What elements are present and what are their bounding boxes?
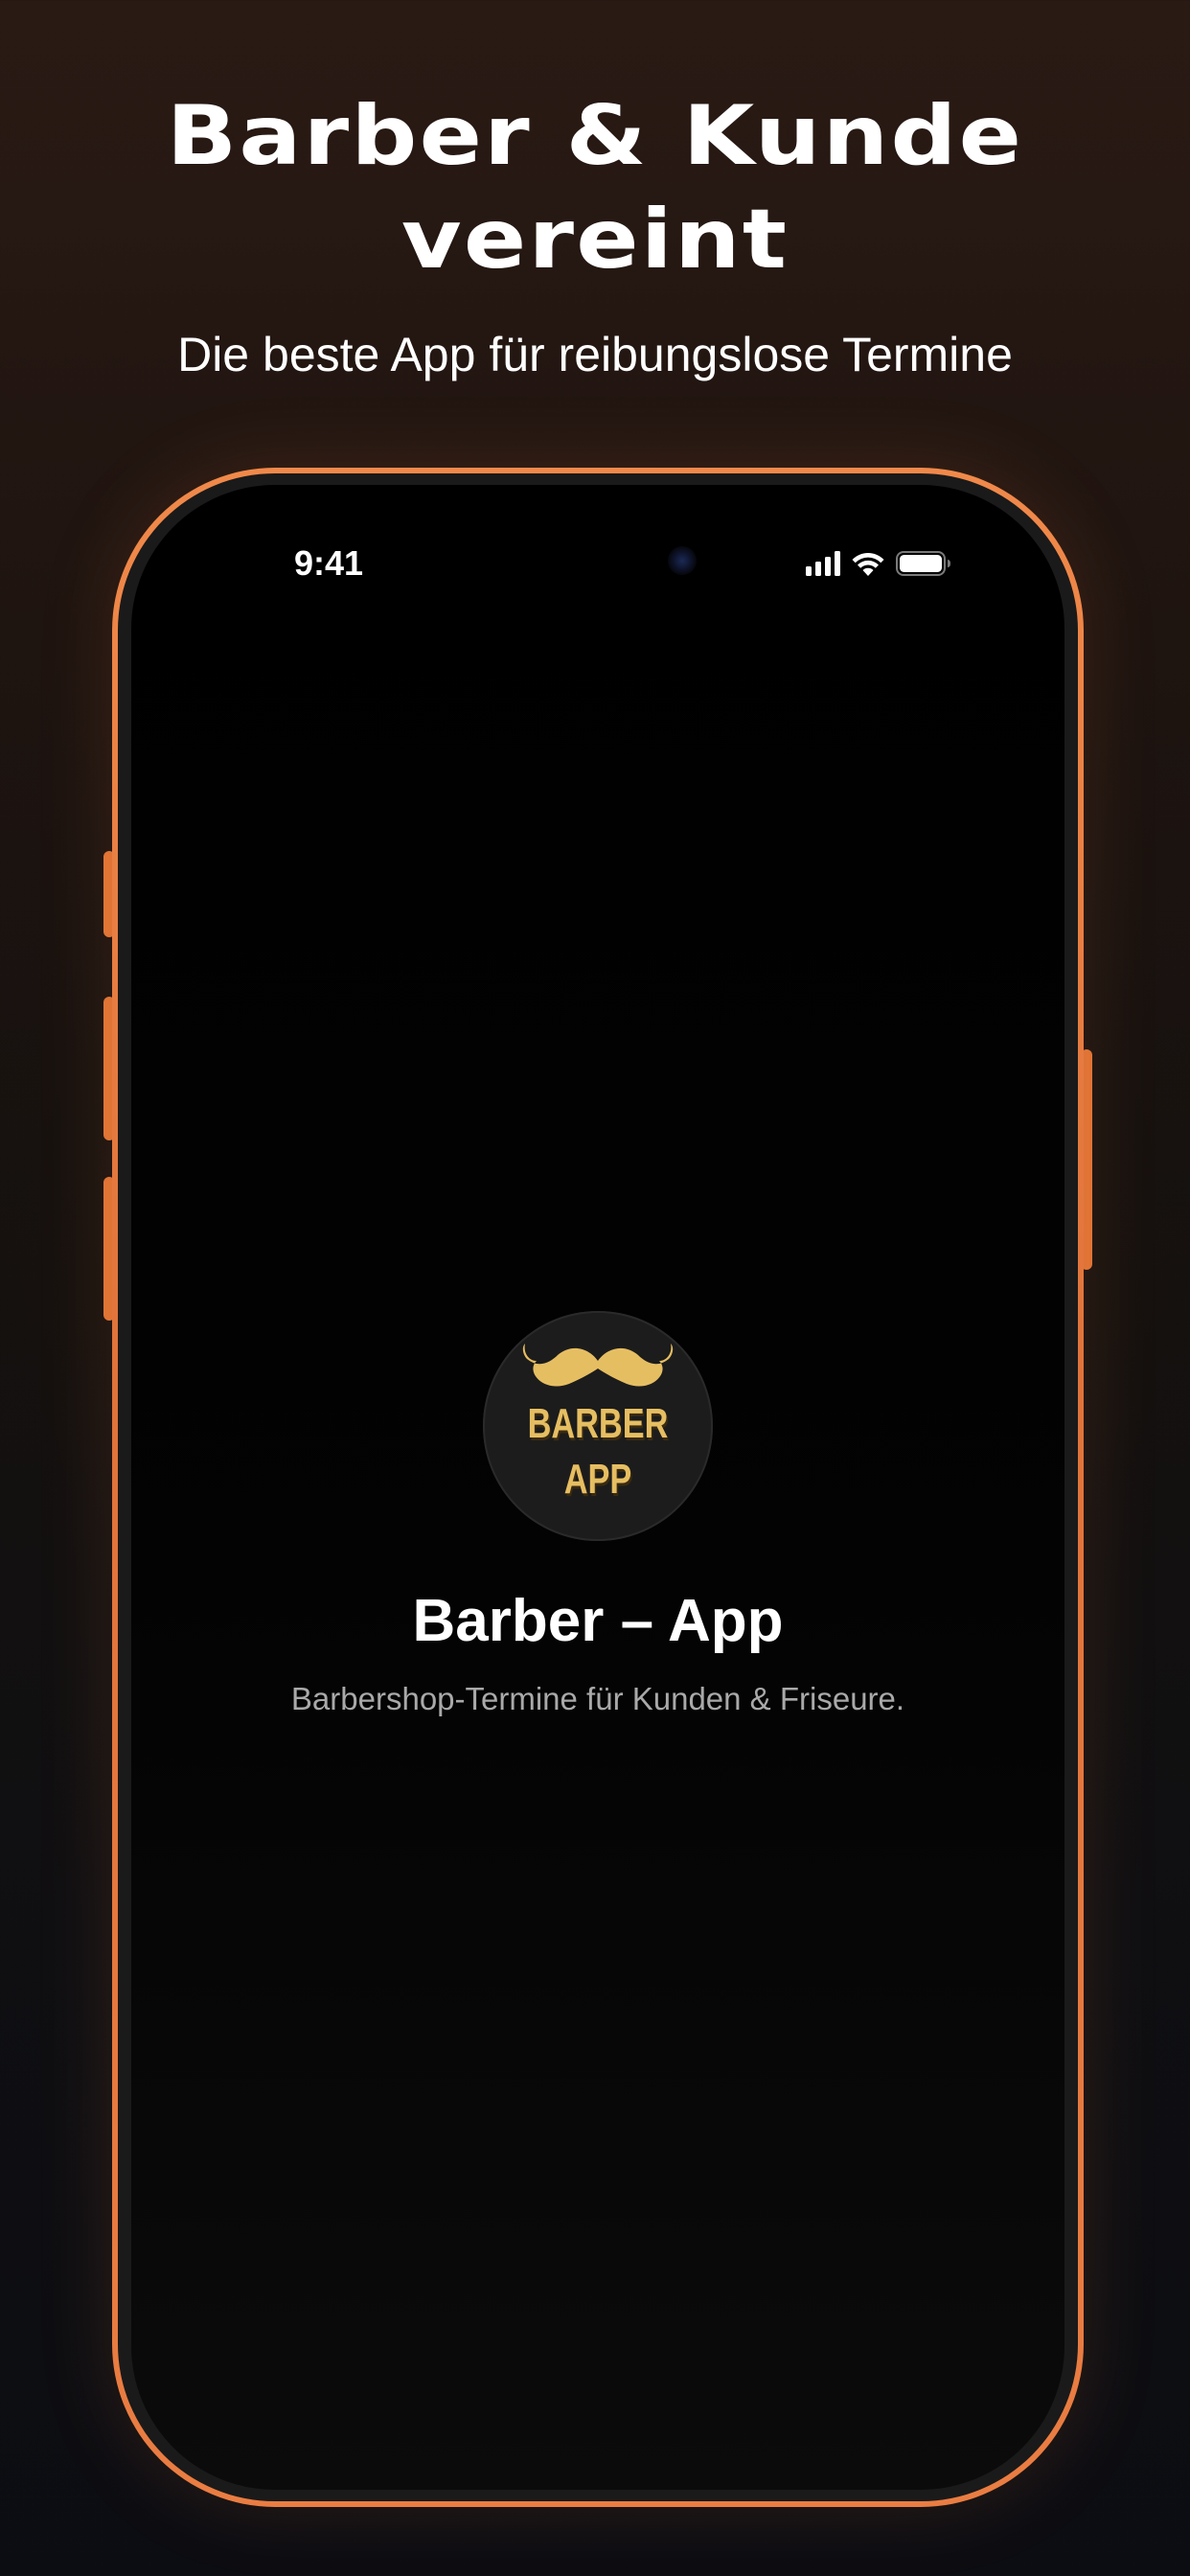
app-logo-text-app: APP	[563, 1456, 632, 1503]
phone-screen: 9:41 BARBER APP Barber – App Barbershop-…	[131, 485, 1064, 2490]
app-name: Barber – App	[412, 1588, 784, 1654]
subheadline: Die beste App für reibungslose Termine	[177, 328, 1013, 381]
app-tagline: Barbershop-Termine für Kunden & Friseure…	[290, 1681, 905, 1716]
headline-line-1: Barber & Kunde	[166, 88, 1024, 184]
headline-line-2: vereint	[400, 192, 790, 288]
headline: Barber & Kunde vereint	[0, 84, 1190, 291]
status-bar-time: 9:41	[294, 543, 364, 583]
battery-icon	[896, 551, 950, 576]
app-logo: BARBER APP	[483, 1311, 713, 1541]
status-bar-icons	[806, 544, 951, 583]
wifi-icon	[852, 553, 884, 576]
app-logo-text-barber: BARBER	[527, 1400, 669, 1447]
moustache-icon	[522, 1344, 674, 1387]
cellular-signal-icon	[806, 551, 840, 576]
front-camera	[668, 546, 697, 575]
